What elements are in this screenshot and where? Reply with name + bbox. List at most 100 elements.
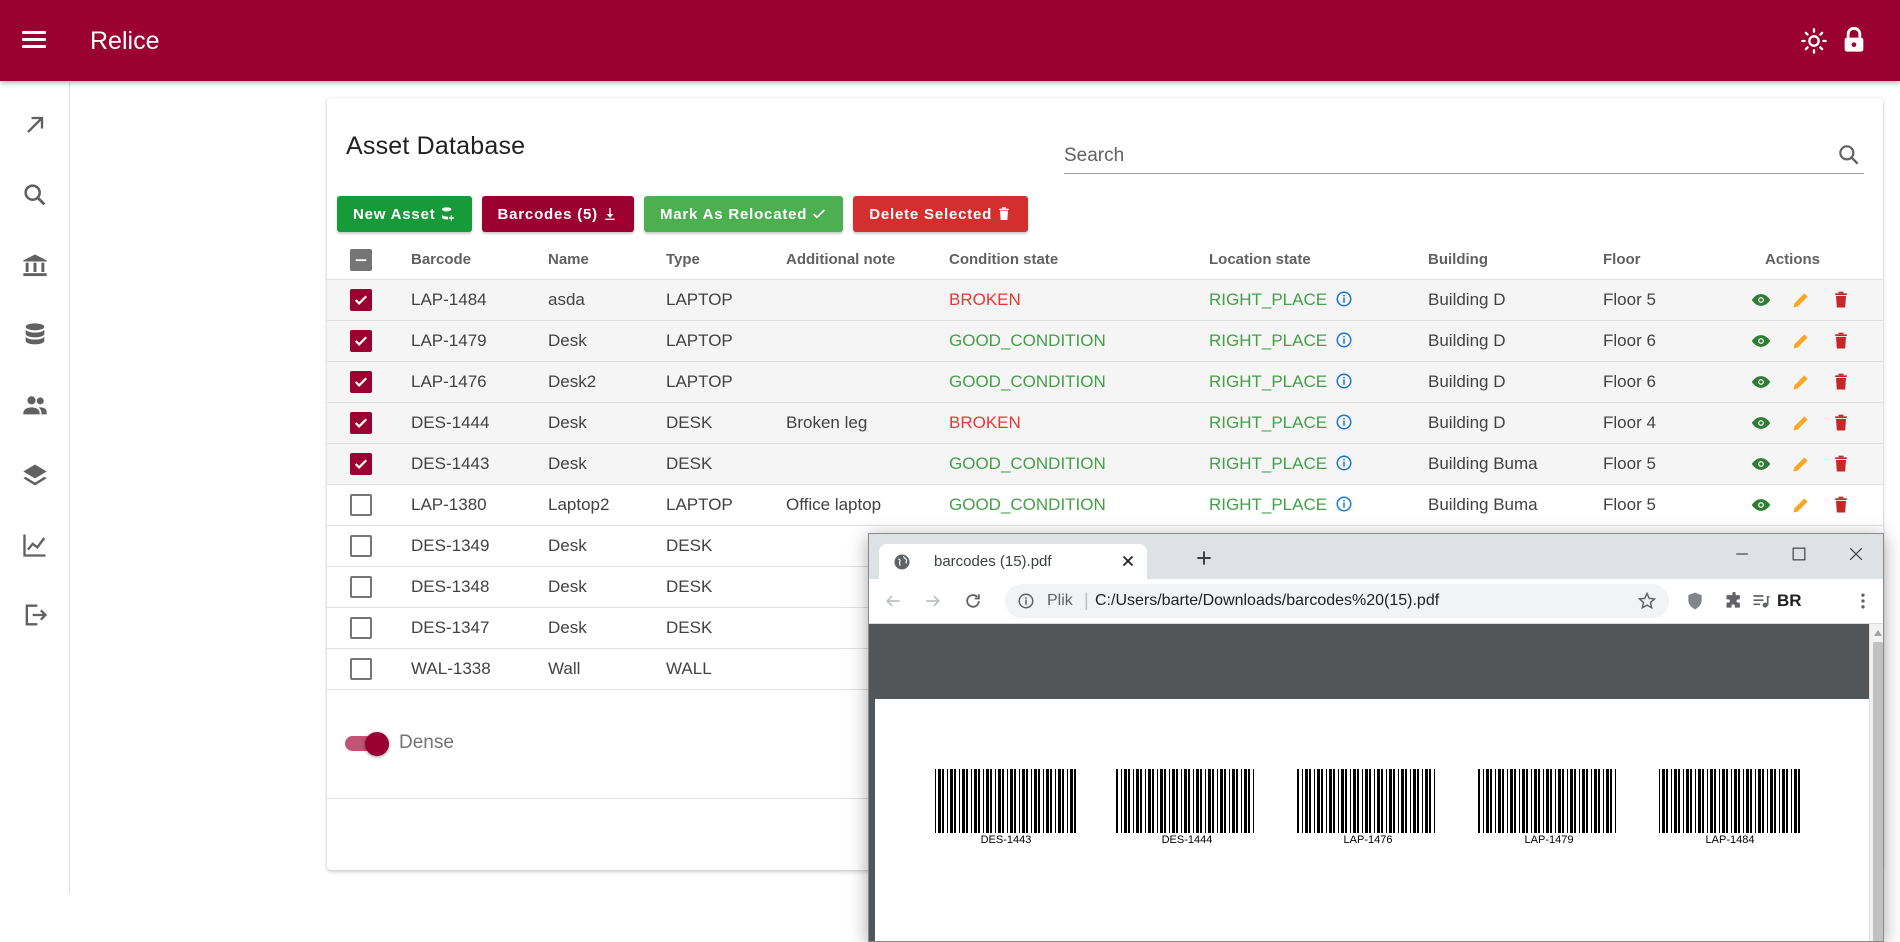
header-building[interactable]: Building	[1428, 241, 1603, 280]
eye-icon[interactable]	[1751, 413, 1771, 433]
pencil-icon[interactable]	[1791, 290, 1811, 310]
select-all-checkbox[interactable]	[350, 248, 372, 271]
header-condition[interactable]: Condition state	[949, 241, 1209, 280]
bank-icon[interactable]	[21, 251, 49, 279]
trash-icon[interactable]	[1831, 495, 1851, 515]
dense-switch[interactable]	[343, 732, 389, 756]
forward-icon[interactable]	[923, 591, 943, 611]
dense-toggle[interactable]: Dense	[343, 728, 454, 758]
logout-icon[interactable]	[21, 601, 49, 629]
eye-icon[interactable]	[1751, 372, 1771, 392]
star-icon[interactable]	[1637, 591, 1657, 611]
row-checkbox[interactable]	[350, 288, 372, 311]
table-row[interactable]: LAP-1479 Desk LAPTOP GOOD_CONDITION RIGHT_PL…	[327, 320, 1883, 362]
maximize-icon[interactable]	[1789, 544, 1809, 564]
minimize-icon[interactable]	[1732, 544, 1752, 564]
actions-header-label: Actions	[1765, 251, 1821, 269]
barcodes-button[interactable]: Barcodes (5)	[481, 196, 634, 232]
header-location[interactable]: Location state	[1209, 241, 1428, 280]
layers-icon[interactable]	[21, 461, 49, 489]
new-asset-button[interactable]: New Asset	[337, 196, 472, 232]
info-icon[interactable]	[1335, 413, 1353, 431]
row-checkbox[interactable]	[350, 575, 372, 598]
database-icon[interactable]	[21, 321, 49, 349]
cell-condition: BROKEN	[949, 279, 1209, 321]
back-icon[interactable]	[883, 591, 903, 611]
eye-icon[interactable]	[1751, 331, 1771, 351]
new-tab-icon[interactable]	[1194, 548, 1214, 568]
pdf-viewer[interactable]: DES-1443 DES-1444 LAP-1476 LAP-1479 LAP-1484	[869, 624, 1869, 941]
header-barcode[interactable]: Barcode	[411, 241, 548, 280]
search-icon[interactable]	[1836, 142, 1862, 168]
row-checkbox[interactable]	[350, 452, 372, 475]
header-name[interactable]: Name	[548, 241, 666, 280]
queue-icon[interactable]	[1751, 591, 1771, 611]
url-text[interactable]: C:/Users/barte/Downloads/barcodes%20(15)…	[1095, 592, 1439, 610]
cell-actions	[1743, 361, 1883, 403]
table-row[interactable]: LAP-1484 asda LAPTOP BROKEN RIGHT_PLACE Build…	[327, 279, 1883, 321]
info-icon[interactable]	[1017, 592, 1035, 610]
cell-building: Building Buma	[1428, 443, 1603, 485]
trash-icon[interactable]	[1831, 454, 1851, 474]
puzzle-icon[interactable]	[1724, 591, 1744, 611]
trash-icon[interactable]	[1831, 413, 1851, 433]
row-checkbox[interactable]	[350, 329, 372, 352]
pencil-icon[interactable]	[1791, 331, 1811, 351]
info-icon[interactable]	[1335, 290, 1353, 308]
header-floor[interactable]: Floor	[1603, 241, 1743, 280]
check-icon	[813, 209, 826, 219]
header-note[interactable]: Additional note	[786, 241, 949, 280]
vertical-scrollbar[interactable]	[1869, 624, 1883, 941]
window-close-icon[interactable]	[1846, 544, 1866, 564]
info-icon[interactable]	[1335, 495, 1353, 513]
chart-icon[interactable]	[21, 531, 49, 559]
omnibox[interactable]: Plik | C:/Users/barte/Downloads/barcodes…	[1005, 584, 1669, 618]
pdf-page: DES-1443 DES-1444 LAP-1476 LAP-1479 LAP-1484	[875, 699, 1869, 941]
brightness-icon[interactable]	[1800, 27, 1828, 55]
tab-strip: barcodes (15).pdf	[869, 534, 1883, 579]
pencil-icon[interactable]	[1791, 413, 1811, 433]
row-checkbox[interactable]	[350, 370, 372, 393]
eye-icon[interactable]	[1751, 454, 1771, 474]
browser-tab[interactable]: barcodes (15).pdf	[879, 544, 1147, 579]
row-checkbox[interactable]	[350, 534, 372, 557]
pencil-icon[interactable]	[1791, 372, 1811, 392]
barcode-image: LAP-1479	[1476, 769, 1622, 846]
trash-icon[interactable]	[1831, 331, 1851, 351]
trash-icon[interactable]	[1831, 372, 1851, 392]
table-row[interactable]: DES-1444 Desk DESK Broken leg BROKEN RIGHT_PL…	[327, 402, 1883, 444]
cell-note	[786, 361, 949, 403]
row-checkbox[interactable]	[350, 493, 372, 516]
row-checkbox[interactable]	[350, 411, 372, 434]
delete-selected-button[interactable]: Delete Selected	[853, 196, 1029, 232]
header-type[interactable]: Type	[666, 241, 786, 280]
users-icon[interactable]	[21, 391, 49, 419]
pencil-icon[interactable]	[1791, 454, 1811, 474]
more-icon[interactable]	[1853, 591, 1873, 611]
trash-icon[interactable]	[1831, 290, 1851, 310]
row-checkbox[interactable]	[350, 657, 372, 680]
row-checkbox[interactable]	[350, 616, 372, 639]
info-icon[interactable]	[1335, 372, 1353, 390]
table-row[interactable]: LAP-1476 Desk2 LAPTOP GOOD_CONDITION RIGHT_P…	[327, 361, 1883, 403]
barcode-image: LAP-1484	[1657, 769, 1803, 846]
eye-icon[interactable]	[1751, 495, 1771, 515]
mark-relocated-button[interactable]: Mark As Relocated	[643, 196, 844, 232]
shield-icon[interactable]	[1685, 591, 1705, 611]
arrow-up-right-icon[interactable]	[21, 111, 49, 139]
search-icon[interactable]	[21, 181, 49, 209]
eye-icon[interactable]	[1751, 290, 1771, 310]
table-row[interactable]: DES-1443 Desk DESK GOOD_CONDITION RIGHT_PLAC…	[327, 443, 1883, 485]
info-icon[interactable]	[1335, 454, 1353, 472]
search-field[interactable]	[1064, 140, 1864, 174]
cell-location: RIGHT_PLACE	[1209, 402, 1428, 444]
pencil-icon[interactable]	[1791, 495, 1811, 515]
menu-icon[interactable]	[20, 27, 48, 55]
close-icon[interactable]	[1119, 552, 1137, 570]
lock-icon[interactable]	[1840, 25, 1868, 55]
reload-icon[interactable]	[963, 591, 983, 611]
search-input[interactable]	[1064, 142, 1824, 170]
info-icon[interactable]	[1335, 331, 1353, 349]
br-extension-icon[interactable]: BR	[1777, 591, 1802, 611]
table-row[interactable]: LAP-1380 Laptop2 LAPTOP Office laptop GOOD_C…	[327, 484, 1883, 526]
